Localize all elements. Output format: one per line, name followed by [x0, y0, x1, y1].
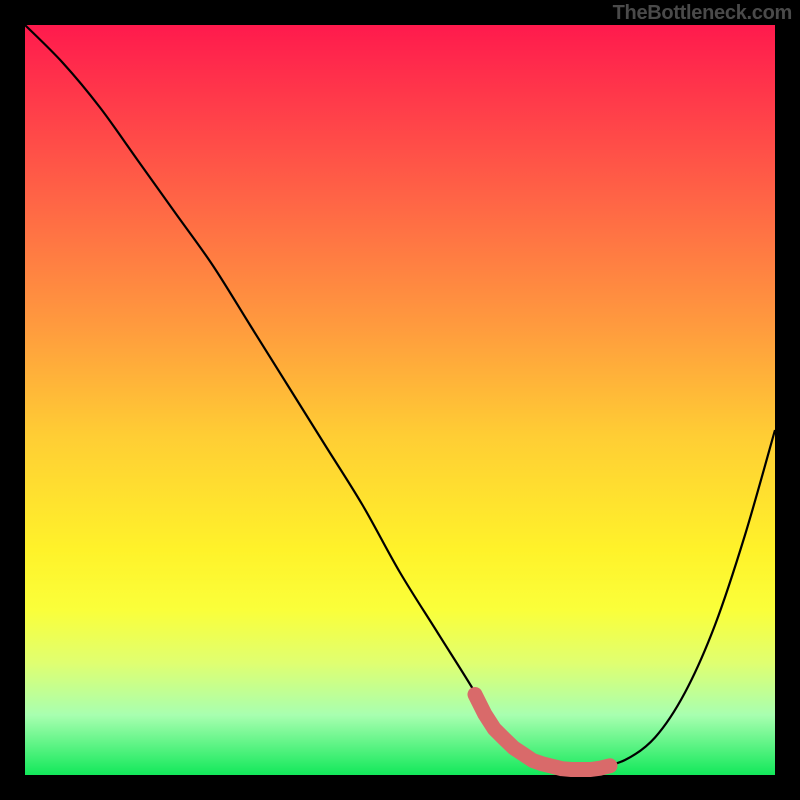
bottleneck-curve-line	[25, 25, 775, 768]
watermark-text: TheBottleneck.com	[613, 2, 792, 25]
chart-plot-area	[25, 25, 775, 775]
chart-svg	[25, 25, 775, 775]
flat-bottom-marker	[475, 695, 610, 770]
